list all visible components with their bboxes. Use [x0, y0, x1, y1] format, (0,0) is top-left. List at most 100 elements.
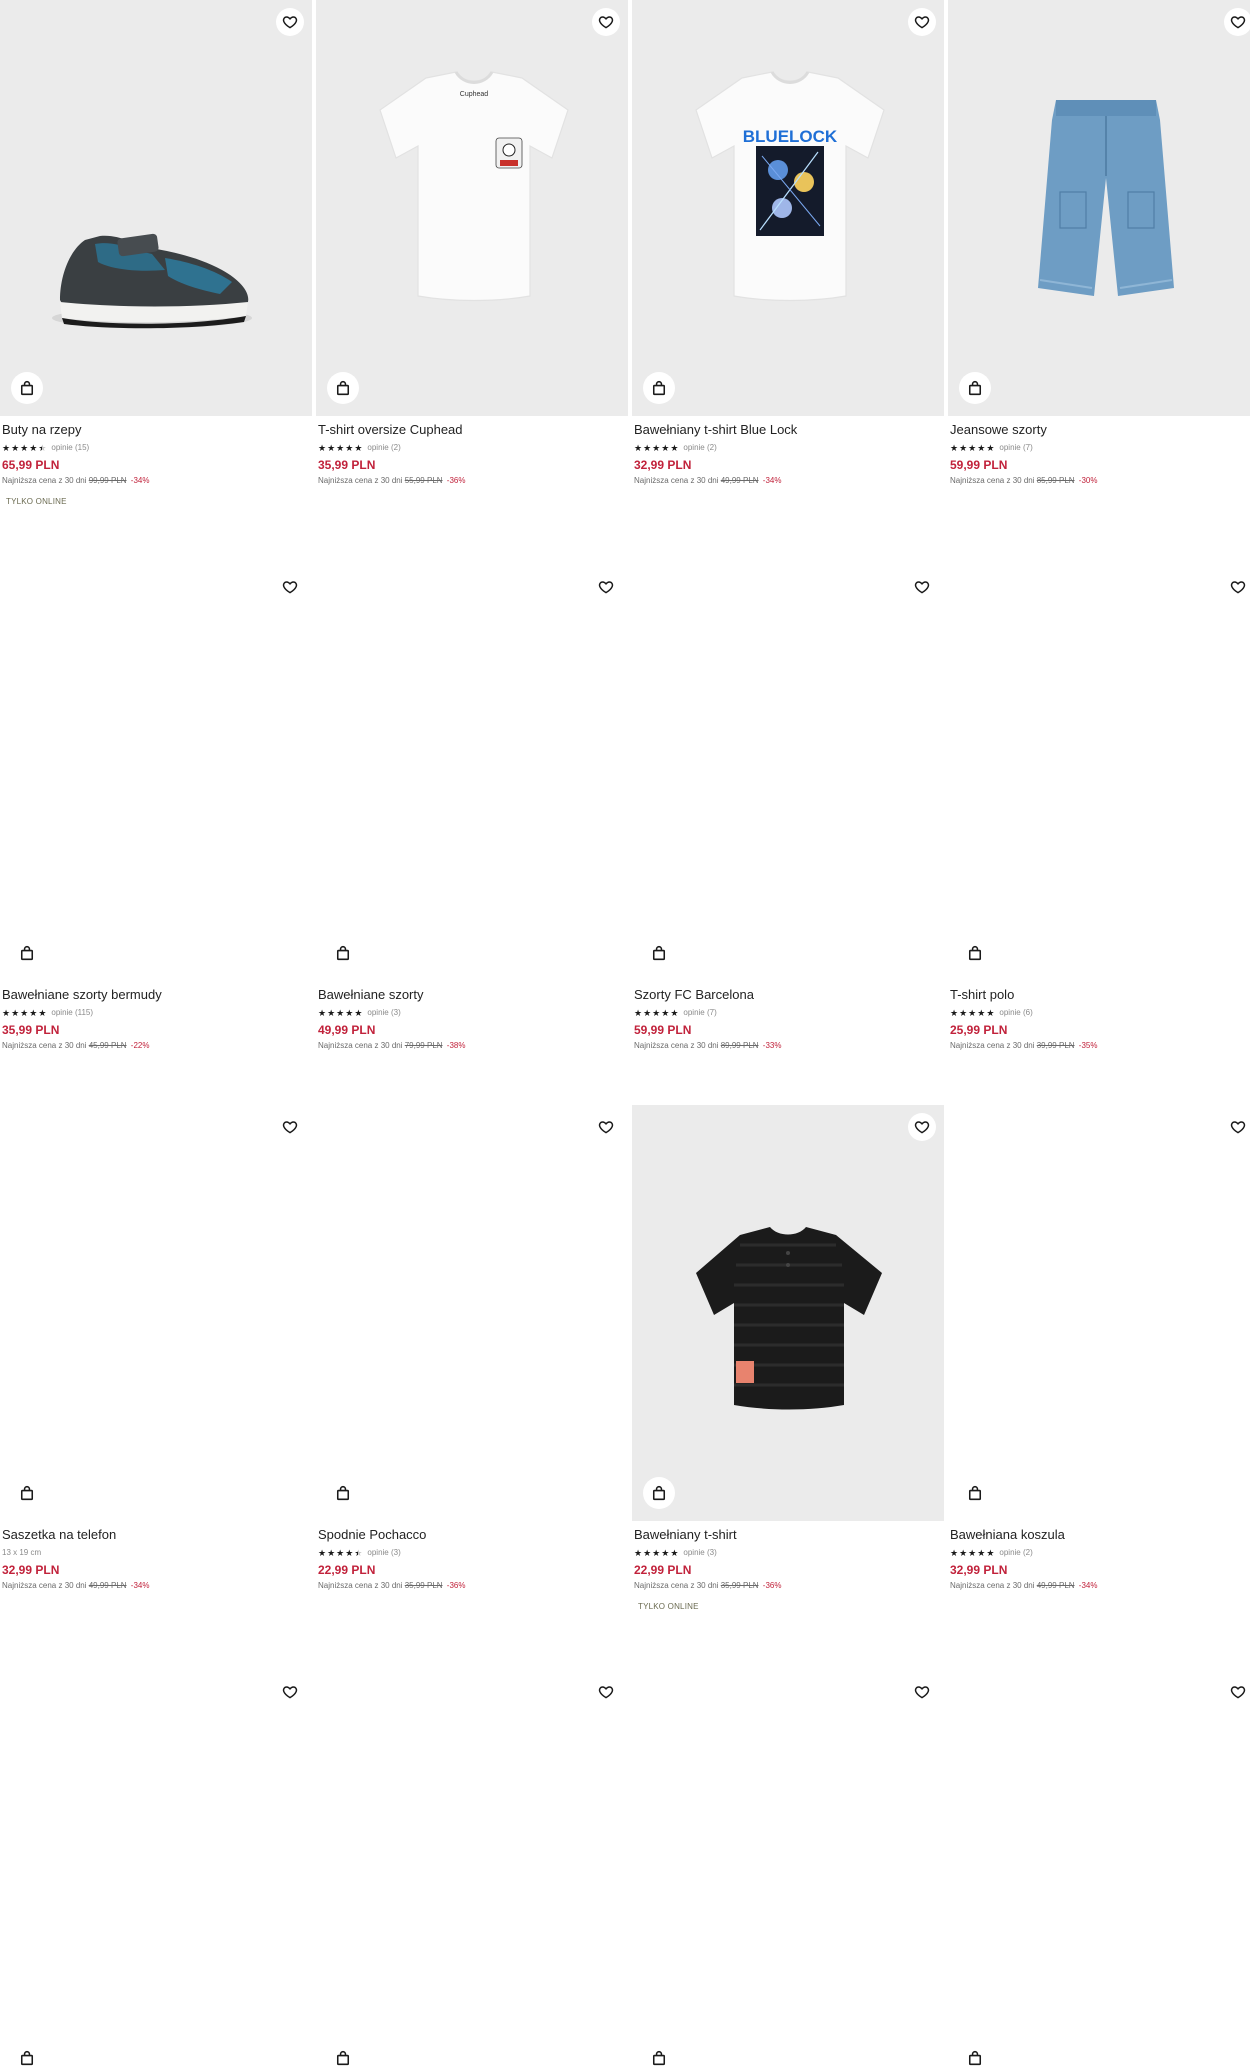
favorite-button[interactable] — [592, 1678, 620, 1706]
add-to-bag-button[interactable] — [959, 1477, 991, 1509]
add-to-bag-button[interactable] — [11, 937, 43, 969]
product-card[interactable]: Cuphead T-shirt oversize Cuphead ★ ★ ★ ★ ★ opin… — [316, 0, 628, 486]
product-card[interactable] — [948, 1670, 1250, 2068]
heart-icon — [1230, 579, 1246, 595]
add-to-bag-button[interactable] — [959, 2042, 991, 2068]
add-to-bag-button[interactable] — [327, 2042, 359, 2068]
product-name[interactable]: Szorty FC Barcelona — [634, 987, 942, 1003]
product-name[interactable]: Buty na rzepy — [2, 422, 310, 438]
product-rating[interactable]: ★ ★ ★ ★ ★ opinie (6) — [950, 1007, 1250, 1018]
star-icon: ★ — [327, 1547, 336, 1558]
discount-badge: -34% — [130, 1581, 150, 1590]
product-card[interactable] — [0, 1670, 312, 2068]
product-rating[interactable]: ★ ★ ★ ★ ★ opinie (2) — [318, 442, 626, 453]
product-image[interactable] — [0, 565, 312, 981]
add-to-bag-button[interactable] — [643, 2042, 675, 2068]
product-image[interactable]: Cuphead — [316, 0, 628, 416]
product-image[interactable] — [0, 0, 312, 416]
product-name[interactable]: T-shirt polo — [950, 987, 1250, 1003]
product-card[interactable]: BLUELOCK Bawełniany t-shirt Blue Lock ★ ★ ★ ★… — [632, 0, 944, 486]
favorite-button[interactable] — [1224, 8, 1250, 36]
favorite-button[interactable] — [908, 1113, 936, 1141]
product-image[interactable] — [0, 1105, 312, 1521]
product-rating[interactable]: ★ ★ ★ ★ ★ opinie (115) — [2, 1007, 310, 1018]
product-image[interactable] — [316, 1105, 628, 1521]
favorite-button[interactable] — [1224, 573, 1250, 601]
product-rating[interactable]: ★ ★ ★ ★ ★ opinie (7) — [950, 442, 1250, 453]
add-to-bag-button[interactable] — [643, 1477, 675, 1509]
heart-icon — [1230, 14, 1246, 30]
product-image[interactable] — [948, 1105, 1250, 1521]
product-rating[interactable]: ★ ★ ★ ★ ★ opinie (2) — [634, 442, 942, 453]
product-name[interactable]: Bawełniane szorty — [318, 987, 626, 1003]
favorite-button[interactable] — [276, 573, 304, 601]
product-rating[interactable]: ★ ★ ★ ★ ★ opinie (7) — [634, 1007, 942, 1018]
product-image[interactable] — [316, 565, 628, 981]
add-to-bag-button[interactable] — [327, 937, 359, 969]
product-card[interactable]: Jeansowe szorty ★ ★ ★ ★ ★ opinie (7) 59,99 PLN N… — [948, 0, 1250, 486]
add-to-bag-button[interactable] — [11, 2042, 43, 2068]
star-icon: ★ — [950, 1007, 959, 1018]
add-to-bag-button[interactable] — [643, 372, 675, 404]
product-rating[interactable]: ★ ★ ★ ★ ★ opinie (3) — [318, 1007, 626, 1018]
product-card[interactable]: Bawełniana koszula ★ ★ ★ ★ ★ opinie (2) 32,99 P… — [948, 1105, 1250, 1591]
add-to-bag-button[interactable] — [959, 372, 991, 404]
add-to-bag-button[interactable] — [11, 372, 43, 404]
star-icon: ★ — [345, 442, 354, 453]
product-name[interactable]: Saszetka na telefon — [2, 1527, 310, 1543]
product-card[interactable] — [632, 1670, 944, 2068]
product-image[interactable] — [948, 1670, 1250, 2068]
product-rating[interactable]: ★ ★ ★ ★ ★ opinie (15) — [2, 442, 310, 453]
favorite-button[interactable] — [592, 1113, 620, 1141]
product-image[interactable] — [948, 565, 1250, 981]
product-name[interactable]: Jeansowe szorty — [950, 422, 1250, 438]
favorite-button[interactable] — [908, 8, 936, 36]
favorite-button[interactable] — [592, 8, 620, 36]
lowest-price-label: Najniższa cena z 30 dni — [2, 476, 87, 485]
product-image[interactable] — [632, 1670, 944, 2068]
product-card[interactable]: Bawełniane szorty ★ ★ ★ ★ ★ opinie (3) 49,99 PL… — [316, 565, 628, 1051]
product-card[interactable]: Szorty FC Barcelona ★ ★ ★ ★ ★ opinie (7) 59,99 … — [632, 565, 944, 1051]
product-name[interactable]: Spodnie Pochacco — [318, 1527, 626, 1543]
add-to-bag-button[interactable] — [11, 1477, 43, 1509]
product-rating[interactable]: ★ ★ ★ ★ ★ opinie (3) — [318, 1547, 626, 1558]
current-price: 25,99 PLN — [950, 1023, 1008, 1037]
product-info: Bawełniana koszula ★ ★ ★ ★ ★ opinie (2) 32,99 P… — [948, 1521, 1250, 1591]
product-rating[interactable]: ★ ★ ★ ★ ★ opinie (3) — [634, 1547, 942, 1558]
star-icon: ★ — [634, 1007, 643, 1018]
favorite-button[interactable] — [1224, 1678, 1250, 1706]
product-card[interactable]: Bawełniany t-shirt ★ ★ ★ ★ ★ opinie (3) 22,99 P… — [632, 1105, 944, 1611]
product-rating[interactable]: ★ ★ ★ ★ ★ opinie (2) — [950, 1547, 1250, 1558]
product-image[interactable] — [632, 1105, 944, 1521]
product-name[interactable]: T-shirt oversize Cuphead — [318, 422, 626, 438]
add-to-bag-button[interactable] — [959, 937, 991, 969]
favorite-button[interactable] — [1224, 1113, 1250, 1141]
product-card[interactable]: Bawełniane szorty bermudy ★ ★ ★ ★ ★ opinie (11… — [0, 565, 312, 1051]
product-card[interactable]: Saszetka na telefon 13 x 19 cm 32,99 PLN Na… — [0, 1105, 312, 1591]
add-to-bag-button[interactable] — [643, 937, 675, 969]
product-image[interactable] — [316, 1670, 628, 2068]
product-name[interactable]: Bawełniane szorty bermudy — [2, 987, 310, 1003]
product-card[interactable]: Buty na rzepy ★ ★ ★ ★ ★ opinie (15) 65,99 PLN Na… — [0, 0, 312, 506]
product-card[interactable]: Spodnie Pochacco ★ ★ ★ ★ ★ opinie (3) 22,99 PLN… — [316, 1105, 628, 1591]
add-to-bag-button[interactable] — [327, 1477, 359, 1509]
product-name[interactable]: Bawełniana koszula — [950, 1527, 1250, 1543]
favorite-button[interactable] — [908, 1678, 936, 1706]
product-card[interactable] — [316, 1670, 628, 2068]
product-image[interactable] — [948, 0, 1250, 416]
add-to-bag-button[interactable] — [327, 372, 359, 404]
favorite-button[interactable] — [276, 8, 304, 36]
favorite-button[interactable] — [276, 1113, 304, 1141]
product-card[interactable]: T-shirt polo ★ ★ ★ ★ ★ opinie (6) 25,99 PLN Najn… — [948, 565, 1250, 1051]
product-image[interactable]: BLUELOCK — [632, 0, 944, 416]
discount-badge: -38% — [446, 1041, 466, 1050]
favorite-button[interactable] — [592, 573, 620, 601]
product-name[interactable]: Bawełniany t-shirt — [634, 1527, 942, 1543]
product-image[interactable] — [632, 565, 944, 981]
old-price: 45,99 PLN — [88, 1041, 127, 1050]
favorite-button[interactable] — [276, 1678, 304, 1706]
product-name[interactable]: Bawełniany t-shirt Blue Lock — [634, 422, 942, 438]
product-image[interactable] — [0, 1670, 312, 2068]
favorite-button[interactable] — [908, 573, 936, 601]
discount-badge: -34% — [762, 476, 782, 485]
